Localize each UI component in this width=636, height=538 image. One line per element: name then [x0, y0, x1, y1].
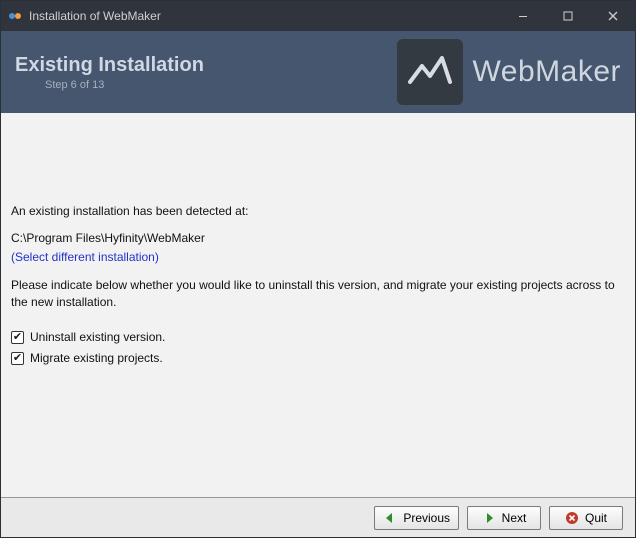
uninstall-row: ✔ Uninstall existing version.	[11, 329, 625, 346]
window-title: Installation of WebMaker	[29, 9, 500, 23]
quit-icon	[565, 511, 579, 525]
select-different-link[interactable]: (Select different installation)	[11, 249, 625, 266]
migrate-label: Migrate existing projects.	[30, 350, 163, 367]
arrow-left-icon	[383, 511, 397, 525]
previous-label: Previous	[403, 511, 450, 525]
migrate-row: ✔ Migrate existing projects.	[11, 350, 625, 367]
next-label: Next	[502, 511, 527, 525]
header-text-block: Existing Installation Step 6 of 13	[15, 54, 397, 91]
app-icon	[7, 8, 23, 24]
content-area: An existing installation has been detect…	[1, 113, 635, 497]
header-banner: Existing Installation Step 6 of 13 WebMa…	[1, 31, 635, 113]
footer-bar: Previous Next Quit	[1, 497, 635, 537]
uninstall-checkbox[interactable]: ✔	[11, 331, 24, 344]
quit-label: Quit	[585, 511, 607, 525]
install-path: C:\Program Files\Hyfinity\WebMaker	[11, 230, 625, 247]
step-indicator: Step 6 of 13	[15, 79, 397, 91]
maximize-button[interactable]	[545, 1, 590, 31]
installer-window: Installation of WebMaker Existing Instal…	[0, 0, 636, 538]
next-button[interactable]: Next	[467, 506, 541, 530]
close-button[interactable]	[590, 1, 635, 31]
titlebar: Installation of WebMaker	[1, 1, 635, 31]
minimize-button[interactable]	[500, 1, 545, 31]
brand-area: WebMaker	[397, 39, 622, 105]
detected-label: An existing installation has been detect…	[11, 203, 625, 220]
instruction-text: Please indicate below whether you would …	[11, 277, 625, 311]
previous-button[interactable]: Previous	[374, 506, 459, 530]
page-title: Existing Installation	[15, 54, 397, 77]
brand-logo-icon	[397, 39, 463, 105]
arrow-right-icon	[482, 511, 496, 525]
quit-button[interactable]: Quit	[549, 506, 623, 530]
uninstall-label: Uninstall existing version.	[30, 329, 165, 346]
brand-name: WebMaker	[473, 55, 622, 89]
migrate-checkbox[interactable]: ✔	[11, 352, 24, 365]
